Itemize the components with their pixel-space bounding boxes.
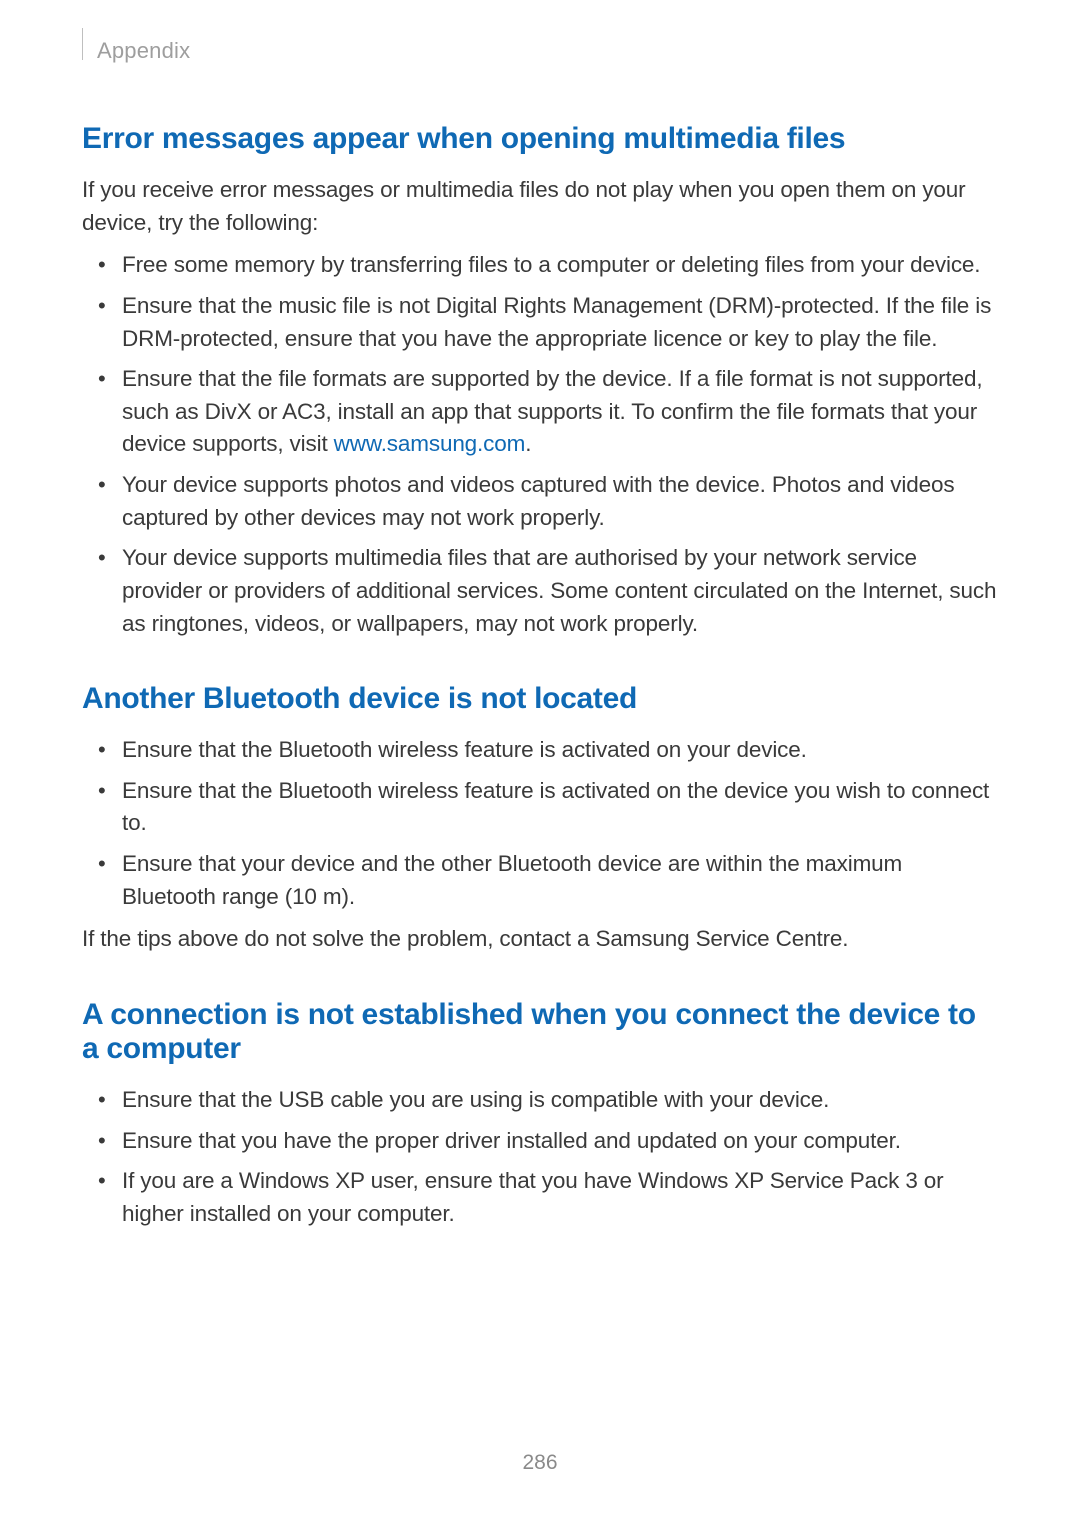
list-item-text-before: Ensure that the file formats are support… — [122, 366, 982, 456]
list-item-text: Your device supports photos and videos c… — [122, 472, 954, 530]
header-rule — [82, 28, 83, 60]
list-item-text-after: . — [525, 431, 531, 456]
list-item: Ensure that the Bluetooth wireless featu… — [82, 775, 1000, 840]
bullet-list: Ensure that the Bluetooth wireless featu… — [82, 734, 1000, 913]
running-header: Appendix — [82, 38, 1000, 64]
list-item: Ensure that you have the proper driver i… — [82, 1125, 1000, 1158]
list-item-text: Free some memory by transferring files t… — [122, 252, 980, 277]
section-intro: If you receive error messages or multime… — [82, 174, 1000, 239]
page-number: 286 — [0, 1451, 1080, 1475]
list-item-text: If you are a Windows XP user, ensure tha… — [122, 1168, 944, 1226]
section-heading: Another Bluetooth device is not located — [82, 682, 1000, 716]
list-item-text: Ensure that you have the proper driver i… — [122, 1128, 901, 1153]
list-item-text: Ensure that the music file is not Digita… — [122, 293, 991, 351]
section-outro: If the tips above do not solve the probl… — [82, 923, 1000, 956]
section-heading: Error messages appear when opening multi… — [82, 122, 1000, 156]
document-page: Appendix Error messages appear when open… — [0, 0, 1080, 1230]
list-item-text: Ensure that the Bluetooth wireless featu… — [122, 737, 807, 762]
list-item: Ensure that the Bluetooth wireless featu… — [82, 734, 1000, 767]
list-item: Your device supports multimedia files th… — [82, 542, 1000, 640]
list-item-text: Your device supports multimedia files th… — [122, 545, 996, 635]
list-item: Your device supports photos and videos c… — [82, 469, 1000, 534]
list-item: Free some memory by transferring files t… — [82, 249, 1000, 282]
bullet-list: Free some memory by transferring files t… — [82, 249, 1000, 640]
list-item-text: Ensure that the Bluetooth wireless featu… — [122, 778, 989, 836]
list-item-text: Ensure that your device and the other Bl… — [122, 851, 902, 909]
list-item: If you are a Windows XP user, ensure tha… — [82, 1165, 1000, 1230]
section-heading: A connection is not established when you… — [82, 998, 1000, 1066]
list-item: Ensure that the USB cable you are using … — [82, 1084, 1000, 1117]
section-error-messages: Error messages appear when opening multi… — [82, 122, 1000, 640]
list-item-text: Ensure that the USB cable you are using … — [122, 1087, 829, 1112]
list-item: Ensure that the music file is not Digita… — [82, 290, 1000, 355]
list-item: Ensure that the file formats are support… — [82, 363, 1000, 461]
section-usb-connection: A connection is not established when you… — [82, 998, 1000, 1231]
bullet-list: Ensure that the USB cable you are using … — [82, 1084, 1000, 1231]
header-section-name: Appendix — [97, 38, 190, 64]
list-item: Ensure that your device and the other Bl… — [82, 848, 1000, 913]
section-bluetooth: Another Bluetooth device is not located … — [82, 682, 1000, 956]
external-link[interactable]: www.samsung.com — [334, 431, 526, 456]
